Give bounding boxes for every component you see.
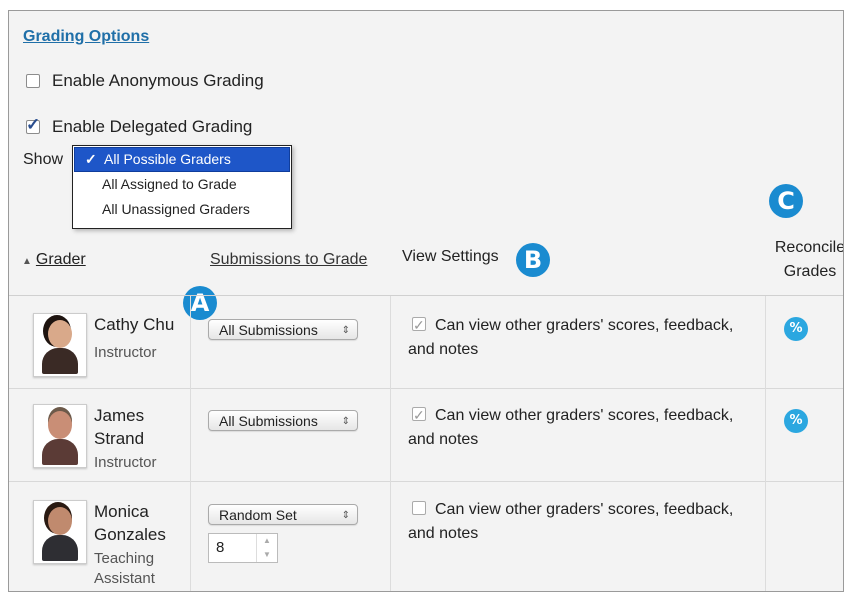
submissions-select[interactable]: All Submissions ⇕ xyxy=(208,319,358,340)
submissions-column-header[interactable]: Submissions to Grade xyxy=(210,251,367,269)
show-option-unassigned[interactable]: All Unassigned Graders xyxy=(73,197,291,222)
sort-ascending-icon: ▲ xyxy=(22,256,32,267)
select-arrows-icon: ⇕ xyxy=(341,510,350,521)
view-settings-column-header: View Settings xyxy=(402,248,499,265)
reconcile-grades-column-header: Reconcile Grades xyxy=(774,239,844,280)
enable-delegated-grading-option[interactable]: Enable Delegated Grading xyxy=(26,115,253,137)
reconcile-grades-icon[interactable]: % xyxy=(784,409,808,433)
show-option-assigned[interactable]: All Assigned to Grade xyxy=(73,172,291,197)
check-icon: ✓ xyxy=(85,151,97,167)
submissions-select[interactable]: Random Set ⇕ xyxy=(208,504,358,525)
show-filter-dropdown[interactable]: ✓ All Possible Graders All Assigned to G… xyxy=(72,145,292,229)
grader-role: Instructor xyxy=(94,344,157,361)
delegated-grading-panel: Grading Options Enable Anonymous Grading… xyxy=(8,10,844,592)
grader-name: Cathy Chu xyxy=(94,315,175,334)
row-divider xyxy=(9,388,843,389)
column-divider xyxy=(390,296,391,591)
callout-marker-b: B xyxy=(516,243,550,277)
view-others-checkbox[interactable] xyxy=(412,313,426,337)
avatar xyxy=(33,313,87,377)
grader-role: Instructor xyxy=(94,454,157,471)
delegated-grading-checkbox[interactable] xyxy=(26,115,40,135)
row-divider xyxy=(9,481,843,482)
callout-marker-c: C xyxy=(769,184,803,218)
reconcile-grades-icon[interactable]: % xyxy=(784,317,808,341)
show-option-all-possible[interactable]: ✓ All Possible Graders xyxy=(74,147,290,172)
grading-options-heading[interactable]: Grading Options xyxy=(23,28,149,46)
show-filter-label: Show xyxy=(23,151,64,168)
grader-column-header[interactable]: ▲ Grader xyxy=(22,251,86,269)
anonymous-grading-label: Enable Anonymous Grading xyxy=(52,71,264,90)
view-others-checkbox[interactable] xyxy=(412,501,426,515)
grader-role: Teaching Assistant xyxy=(94,550,155,587)
select-arrows-icon: ⇕ xyxy=(341,325,350,336)
column-divider xyxy=(190,296,191,591)
stepper-arrows-icon[interactable]: ▲ ▼ xyxy=(256,534,277,562)
submissions-select[interactable]: All Submissions ⇕ xyxy=(208,410,358,431)
view-others-checkbox[interactable] xyxy=(412,403,426,427)
anonymous-grading-checkbox[interactable] xyxy=(26,74,40,88)
avatar xyxy=(33,404,87,468)
view-settings-cell: Can view other graders' scores, feedback… xyxy=(408,403,768,452)
grader-name: Monica Gonzales xyxy=(94,502,166,544)
view-settings-cell: Can view other graders' scores, feedback… xyxy=(408,501,734,542)
delegated-grading-label: Enable Delegated Grading xyxy=(52,117,253,136)
select-arrows-icon: ⇕ xyxy=(341,416,350,427)
enable-anonymous-grading-option[interactable]: Enable Anonymous Grading xyxy=(26,71,264,91)
avatar xyxy=(33,500,87,564)
callout-marker-a: A xyxy=(183,286,217,320)
random-set-count-stepper[interactable]: 8 ▲ ▼ xyxy=(208,533,278,563)
view-settings-cell: Can view other graders' scores, feedback… xyxy=(408,313,768,362)
header-divider xyxy=(9,295,843,296)
grader-name: James Strand xyxy=(94,406,145,448)
